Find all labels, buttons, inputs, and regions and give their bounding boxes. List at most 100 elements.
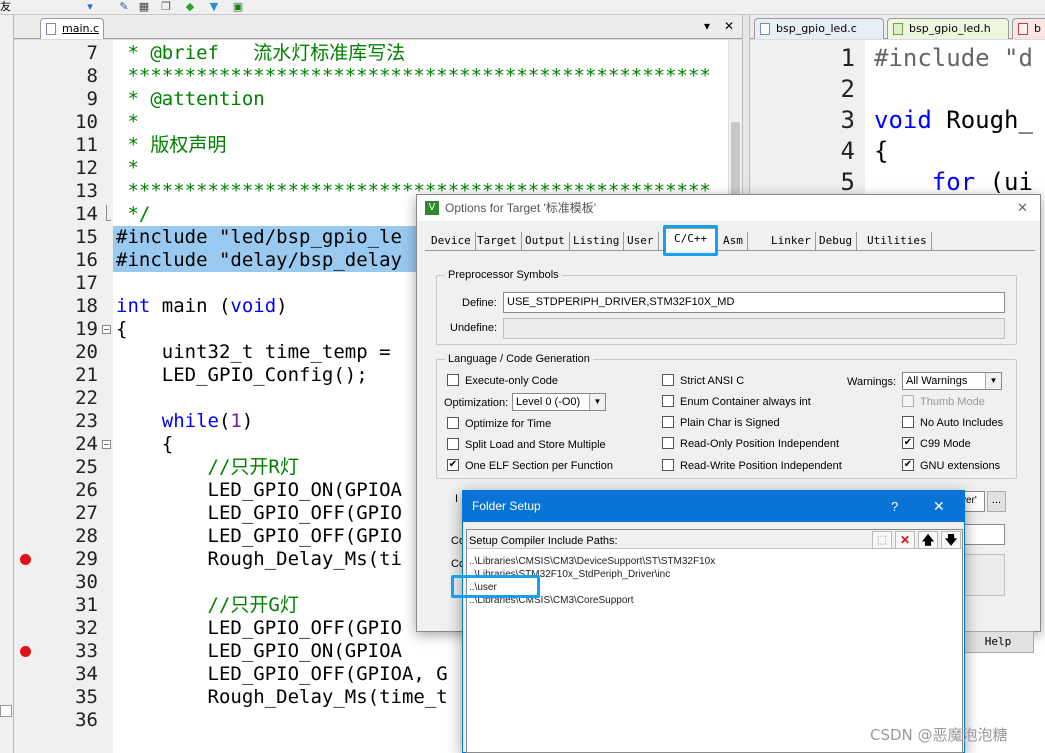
code-token: LED_GPIO_ON(GPIOA: [116, 640, 402, 662]
code-token: LED_GPIO_OFF(GPIO: [116, 617, 402, 639]
wand-icon[interactable]: ✎: [118, 1, 130, 13]
code-token: void: [874, 106, 932, 134]
warnings-label: Warnings:: [847, 376, 897, 388]
scroll-arrow-icon[interactable]: [0, 705, 12, 717]
copy-icon[interactable]: ❐: [160, 1, 172, 13]
code-token: * @brief 流水灯标准库写法: [116, 42, 406, 64]
code-token: */: [116, 203, 151, 225]
line-number: 9: [86, 88, 98, 110]
delete-icon[interactable]: ✕: [895, 531, 915, 549]
define-label: Define:: [462, 297, 497, 309]
line-number: 11: [75, 134, 98, 156]
warnings-select[interactable]: All Warnings ▼: [902, 372, 1002, 390]
tab-device[interactable]: Device: [427, 232, 476, 250]
line-number: 7: [86, 42, 98, 64]
line-number: 18: [75, 295, 98, 317]
one-elf-checkbox[interactable]: ✔: [447, 459, 459, 471]
code-token: #include "led/bsp_gpio_le: [116, 226, 402, 248]
tab-menu-icon[interactable]: ▾: [704, 19, 710, 33]
menu-text: 友: [0, 0, 11, 13]
line-number: 24: [75, 433, 98, 455]
line-number: 27: [75, 502, 98, 524]
plain-char-checkbox[interactable]: [662, 416, 674, 428]
tab-linker[interactable]: Linker: [767, 232, 816, 250]
tab-utilities[interactable]: Utilities: [863, 232, 932, 250]
diamond-icon[interactable]: ◆: [184, 1, 196, 13]
filter-icon[interactable]: ▼: [208, 1, 220, 13]
help-button[interactable]: Help: [962, 631, 1034, 653]
new-icon[interactable]: ⬚: [872, 531, 892, 549]
folder-setup-title: Folder Setup: [472, 499, 541, 513]
code-line: #include "delay/bsp_delay: [116, 249, 402, 272]
help-icon[interactable]: ?: [891, 491, 898, 522]
warnings-value: All Warnings: [906, 375, 968, 387]
one-elf-label: One ELF Section per Function: [465, 460, 613, 472]
include-browse-button[interactable]: ...: [987, 491, 1006, 512]
tab-close-icon[interactable]: ✕: [724, 19, 734, 33]
close-icon[interactable]: ✕: [933, 491, 945, 522]
path-item[interactable]: ..\Libraries\CMSIS\CM3\DeviceSupport\ST\…: [469, 555, 715, 568]
move-down-icon[interactable]: 🡇: [941, 531, 961, 549]
no-auto-checkbox[interactable]: [902, 416, 914, 428]
optimization-select[interactable]: Level 0 (-O0) ▼: [512, 393, 606, 411]
rw-pos-checkbox[interactable]: [662, 459, 674, 471]
c-file-icon: [46, 23, 56, 35]
optimize-time-checkbox[interactable]: [447, 417, 459, 429]
code-token: * @attention: [116, 88, 265, 110]
code-line: {: [874, 136, 888, 167]
tab-main-c[interactable]: main.c: [40, 18, 104, 39]
execute-only-checkbox[interactable]: [447, 374, 459, 386]
c99-checkbox[interactable]: ✔: [902, 437, 914, 449]
include-paths-label: I: [455, 493, 459, 505]
line-number: 36: [75, 709, 98, 731]
tab-debug[interactable]: Debug: [815, 232, 858, 250]
undefine-label: Undefine:: [450, 322, 498, 334]
optimize-time-label: Optimize for Time: [465, 418, 552, 430]
strict-ansi-checkbox[interactable]: [662, 374, 674, 386]
editor2-tab-bar: bsp_gpio_led.c bsp_gpio_led.h b: [750, 15, 1045, 39]
code-token: LED_GPIO_OFF(GPIO: [116, 502, 402, 524]
dropdown-icon[interactable]: ▾: [84, 1, 96, 13]
c-file-icon: [1018, 23, 1028, 35]
ro-pos-checkbox[interactable]: [662, 437, 674, 449]
code-token: {: [116, 433, 174, 455]
gnu-ext-label: GNU extensions: [920, 460, 1001, 472]
rw-pos-label: Read-Write Position Independent: [680, 460, 842, 472]
thumb-mode-checkbox[interactable]: [902, 395, 914, 407]
grid-icon[interactable]: ▦: [138, 1, 150, 13]
split-load-checkbox[interactable]: [447, 438, 459, 450]
fold-toggle-icon[interactable]: −: [102, 440, 111, 449]
code-line: int main (void): [116, 295, 288, 318]
chevron-down-icon: ▼: [985, 373, 1001, 389]
tab-more[interactable]: b: [1012, 18, 1045, 39]
code-token: void: [230, 295, 277, 317]
code-token: LED_GPIO_OFF(GPIOA, G: [116, 663, 448, 685]
tab-bsp-gpio-led-c[interactable]: bsp_gpio_led.c: [754, 18, 884, 39]
tab-target[interactable]: Target: [473, 232, 522, 250]
line-number: 8: [86, 65, 98, 87]
code-token: //只开R灯: [116, 456, 299, 478]
line-number: 12: [75, 157, 98, 179]
enum-container-checkbox[interactable]: [662, 395, 674, 407]
gnu-ext-checkbox[interactable]: ✔: [902, 459, 914, 471]
tab-bsp-gpio-led-h[interactable]: bsp_gpio_led.h: [887, 18, 1009, 39]
define-field[interactable]: USE_STDPERIPH_DRIVER,STM32F10X_MD: [503, 292, 1005, 313]
pack-icon[interactable]: ▣: [232, 1, 244, 13]
toolbar: 友 ▾ ✎ ▦ ❐ ◆ ▼ ▣: [0, 0, 1045, 15]
code-line: uint32_t time_temp =: [116, 341, 391, 364]
breakpoint-icon[interactable]: [20, 646, 31, 657]
close-icon[interactable]: ✕: [1017, 195, 1028, 221]
fold-toggle-icon[interactable]: −: [102, 325, 111, 334]
tab-listing[interactable]: Listing: [569, 232, 625, 250]
breakpoint-icon[interactable]: [20, 554, 31, 565]
code-line: LED_GPIO_OFF(GPIOA, G: [116, 663, 448, 686]
code-token: for: [931, 168, 976, 196]
tab-output[interactable]: Output: [521, 232, 570, 250]
move-up-icon[interactable]: 🡅: [918, 531, 938, 549]
fold-end-marker: [106, 205, 111, 221]
undefine-field[interactable]: [503, 318, 1005, 339]
keil-app-icon: V: [425, 201, 439, 215]
tab-asm[interactable]: Asm: [719, 232, 748, 250]
tab-user[interactable]: User: [623, 232, 659, 250]
plain-char-label: Plain Char is Signed: [680, 417, 780, 429]
